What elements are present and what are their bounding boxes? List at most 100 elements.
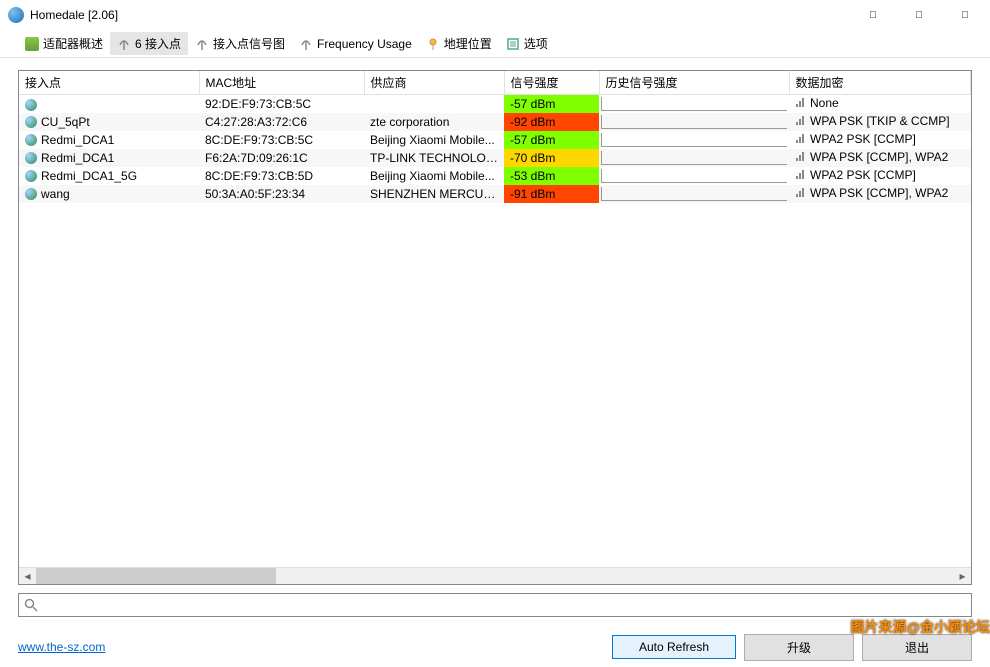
cell-ap: Redmi_DCA1_5G xyxy=(19,167,199,185)
cell-mac: 92:DE:F9:73:CB:5C xyxy=(199,95,364,113)
cell-vendor xyxy=(364,95,504,113)
cell-history xyxy=(599,149,789,167)
ap-icon xyxy=(25,134,37,146)
table-row[interactable]: 92:DE:F9:73:CB:5C -57 dBm None xyxy=(19,95,971,113)
cell-ap xyxy=(19,95,199,113)
signal-bars-icon xyxy=(795,132,807,147)
horizontal-scrollbar[interactable]: ◂ ▸ xyxy=(19,567,971,584)
col-header-encryption[interactable]: 数据加密 xyxy=(789,71,971,95)
tab-label: 6 接入点 xyxy=(135,35,181,52)
table-header-row: 接入点 MAC地址 供应商 信号强度 历史信号强度 数据加密 xyxy=(19,71,971,95)
cell-vendor: TP-LINK TECHNOLOGI... xyxy=(364,149,504,167)
cell-mac: 50:3A:A0:5F:23:34 xyxy=(199,185,364,203)
auto-refresh-button[interactable]: Auto Refresh xyxy=(612,635,736,659)
cell-history xyxy=(599,95,789,113)
options-icon xyxy=(506,37,520,51)
col-header-mac[interactable]: MAC地址 xyxy=(199,71,364,95)
access-points-table: 接入点 MAC地址 供应商 信号强度 历史信号强度 数据加密 92:DE:F9:… xyxy=(18,70,972,585)
cell-signal: -91 dBm xyxy=(504,185,599,203)
cell-signal: -92 dBm xyxy=(504,113,599,131)
cell-signal: -57 dBm xyxy=(504,131,599,149)
pin-icon xyxy=(426,37,440,51)
website-link[interactable]: www.the-sz.com xyxy=(18,640,105,654)
minimize-button[interactable]:  xyxy=(850,0,896,30)
signal-bars-icon xyxy=(795,168,807,183)
window-title: Homedale [2.06] xyxy=(30,8,850,22)
cell-vendor: SHENZHEN MERCURY... xyxy=(364,185,504,203)
signal-bars-icon xyxy=(795,186,807,201)
tab-options[interactable]: 选项 xyxy=(499,32,555,55)
tab-label: 接入点信号图 xyxy=(213,35,285,52)
cell-mac: F6:2A:7D:09:26:1C xyxy=(199,149,364,167)
toolbar: 适配器概述 6 接入点 接入点信号图 Frequency Usage 地理位置 … xyxy=(0,30,990,58)
cell-signal: -53 dBm xyxy=(504,167,599,185)
tab-geolocation[interactable]: 地理位置 xyxy=(419,32,499,55)
scroll-thumb[interactable] xyxy=(36,568,276,585)
app-icon xyxy=(8,7,24,23)
table-row[interactable]: Redmi_DCA1F6:2A:7D:09:26:1CTP-LINK TECHN… xyxy=(19,149,971,167)
cell-encryption: WPA PSK [CCMP], WPA2 xyxy=(789,185,971,203)
tab-adapter-overview[interactable]: 适配器概述 xyxy=(18,32,110,55)
signal-bars-icon xyxy=(795,96,807,111)
tab-signal-map[interactable]: 接入点信号图 xyxy=(188,32,292,55)
col-header-history[interactable]: 历史信号强度 xyxy=(599,71,789,95)
ap-icon xyxy=(25,99,37,111)
tab-label: Frequency Usage xyxy=(317,37,412,51)
cell-history xyxy=(599,185,789,203)
cell-vendor: zte corporation xyxy=(364,113,504,131)
table-row[interactable]: wang50:3A:A0:5F:23:34SHENZHEN MERCURY...… xyxy=(19,185,971,203)
cell-encryption: WPA2 PSK [CCMP] xyxy=(789,131,971,149)
tab-access-points[interactable]: 6 接入点 xyxy=(110,32,188,55)
upgrade-button[interactable]: 升级 xyxy=(744,634,854,661)
col-header-signal[interactable]: 信号强度 xyxy=(504,71,599,95)
tab-frequency-usage[interactable]: Frequency Usage xyxy=(292,34,419,54)
cell-ap: wang xyxy=(19,185,199,203)
cell-mac: 8C:DE:F9:73:CB:5C xyxy=(199,131,364,149)
exit-button[interactable]: 退出 xyxy=(862,634,972,661)
tab-label: 选项 xyxy=(524,35,548,52)
ap-icon xyxy=(25,152,37,164)
ap-icon xyxy=(25,170,37,182)
scroll-left-arrow[interactable]: ◂ xyxy=(19,568,36,585)
table-row[interactable]: Redmi_DCA1_5G8C:DE:F9:73:CB:5DBeijing Xi… xyxy=(19,167,971,185)
titlebar: Homedale [2.06]    xyxy=(0,0,990,30)
cell-encryption: WPA2 PSK [CCMP] xyxy=(789,167,971,185)
cell-signal: -70 dBm xyxy=(504,149,599,167)
card-icon xyxy=(25,37,39,51)
cell-ap: CU_5qPt xyxy=(19,113,199,131)
cell-ap: Redmi_DCA1 xyxy=(19,131,199,149)
ap-icon xyxy=(25,188,37,200)
cell-encryption: WPA PSK [TKIP & CCMP] xyxy=(789,113,971,131)
signal-bars-icon xyxy=(795,150,807,165)
tab-label: 适配器概述 xyxy=(43,35,103,52)
antenna-icon xyxy=(195,37,209,51)
footer: www.the-sz.com Auto Refresh 升级 退出 xyxy=(0,627,990,667)
search-box[interactable] xyxy=(18,593,972,617)
cell-signal: -57 dBm xyxy=(504,95,599,113)
maximize-button[interactable]:  xyxy=(896,0,942,30)
cell-encryption: None xyxy=(789,95,971,113)
antenna-icon xyxy=(117,37,131,51)
table-row[interactable]: CU_5qPtC4:27:28:A3:72:C6zte corporation-… xyxy=(19,113,971,131)
signal-bars-icon xyxy=(795,114,807,129)
scroll-right-arrow[interactable]: ▸ xyxy=(954,568,971,585)
search-icon xyxy=(23,597,39,613)
cell-mac: C4:27:28:A3:72:C6 xyxy=(199,113,364,131)
cell-vendor: Beijing Xiaomi Mobile... xyxy=(364,131,504,149)
cell-mac: 8C:DE:F9:73:CB:5D xyxy=(199,167,364,185)
cell-history xyxy=(599,167,789,185)
search-input[interactable] xyxy=(39,598,967,612)
col-header-ap[interactable]: 接入点 xyxy=(19,71,199,95)
cell-vendor: Beijing Xiaomi Mobile... xyxy=(364,167,504,185)
cell-ap: Redmi_DCA1 xyxy=(19,149,199,167)
cell-history xyxy=(599,131,789,149)
col-header-vendor[interactable]: 供应商 xyxy=(364,71,504,95)
cell-encryption: WPA PSK [CCMP], WPA2 xyxy=(789,149,971,167)
tab-label: 地理位置 xyxy=(444,35,492,52)
table-row[interactable]: Redmi_DCA18C:DE:F9:73:CB:5CBeijing Xiaom… xyxy=(19,131,971,149)
scroll-track[interactable] xyxy=(36,568,954,585)
ap-icon xyxy=(25,116,37,128)
close-button[interactable]:  xyxy=(942,0,988,30)
antenna-icon xyxy=(299,37,313,51)
cell-history xyxy=(599,113,789,131)
